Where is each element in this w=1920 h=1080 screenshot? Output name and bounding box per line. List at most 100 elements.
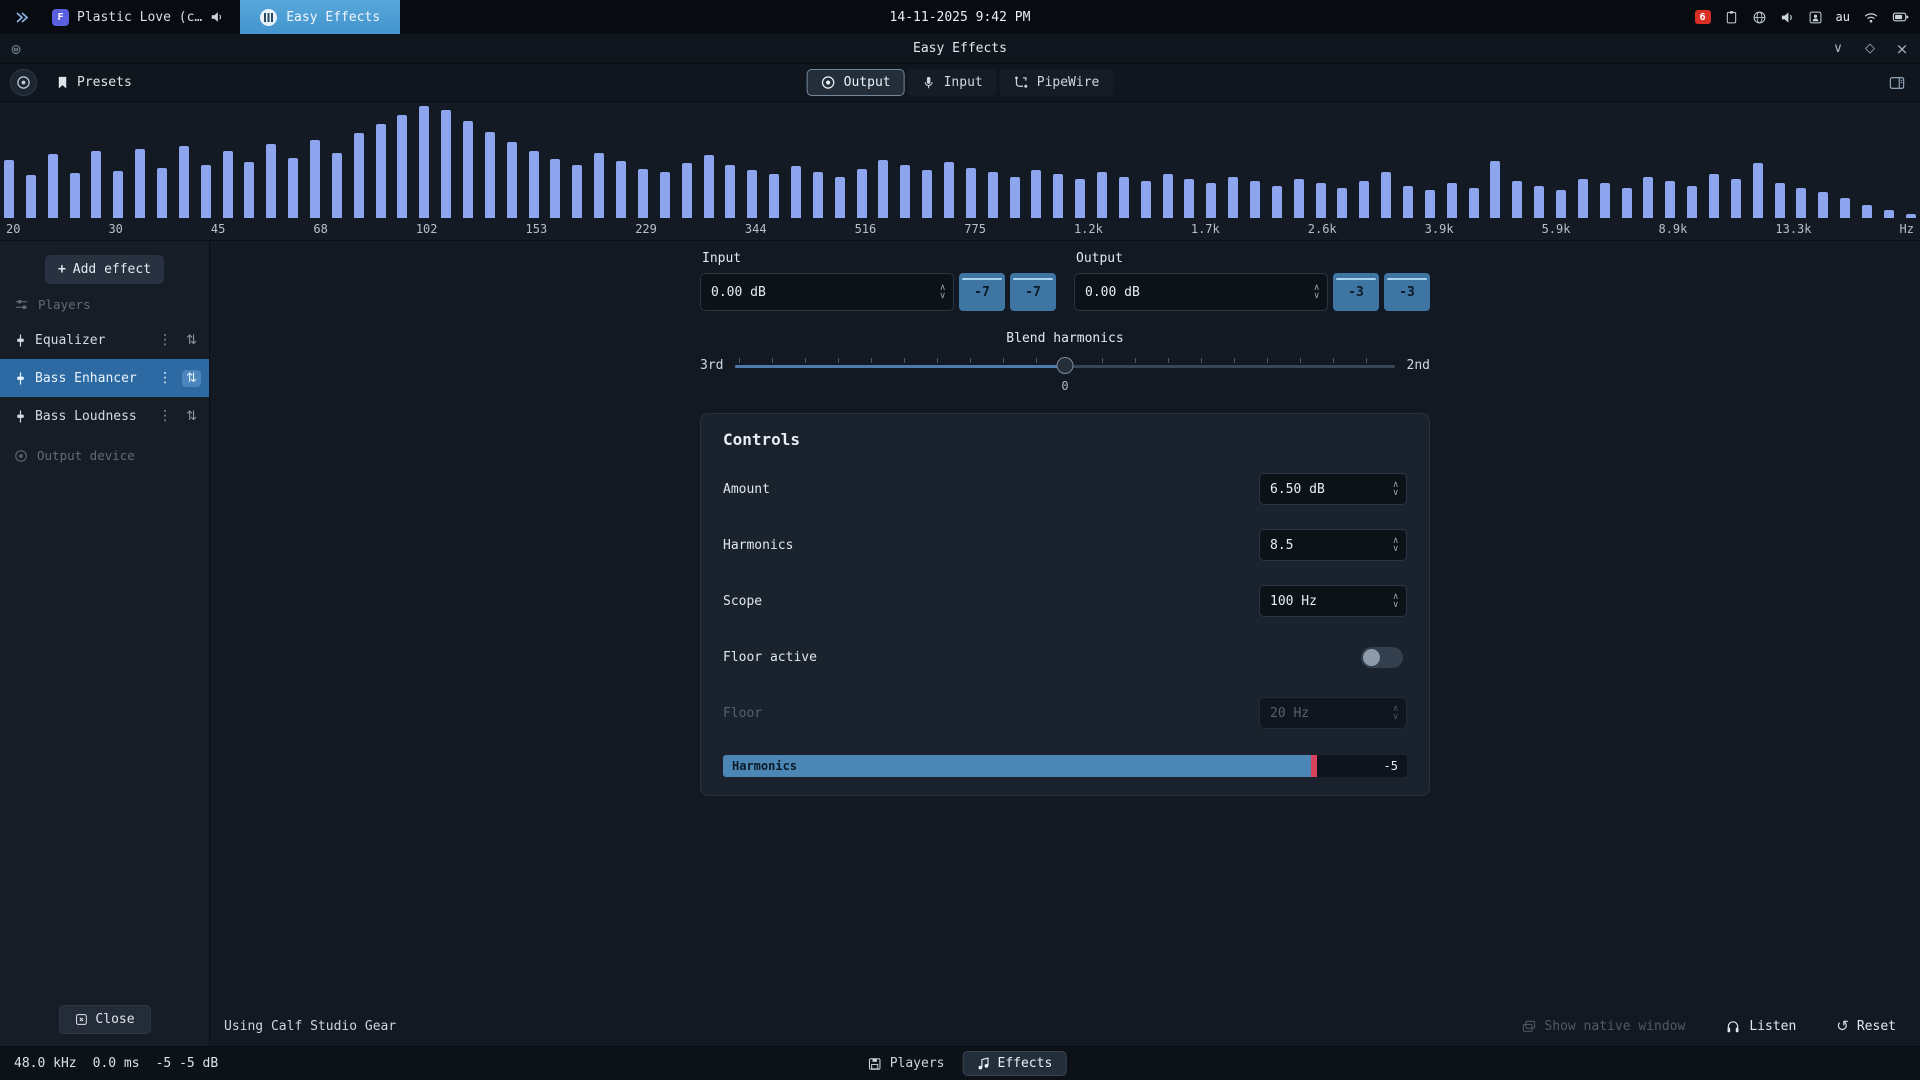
- spin-arrows-icon[interactable]: [1392, 586, 1399, 616]
- spin-arrows-icon[interactable]: [1313, 274, 1320, 310]
- clipboard-icon[interactable]: [1724, 9, 1739, 25]
- easy-effects-icon: [260, 9, 277, 26]
- players-label: Players: [38, 297, 91, 312]
- tab-effects[interactable]: Effects: [963, 1051, 1067, 1076]
- spectrum-bar: [660, 172, 670, 218]
- blend-min-label: 3rd: [700, 358, 723, 373]
- clock[interactable]: 14-11-2025 9:42 PM: [890, 10, 1031, 25]
- spectrum-bar: [594, 153, 604, 218]
- sidebar-toggle-icon[interactable]: [1884, 70, 1910, 96]
- freq-label: 344: [745, 222, 767, 236]
- floor-label: Floor: [723, 706, 762, 721]
- spectrum-bar: [157, 168, 167, 218]
- launcher-icon[interactable]: [8, 0, 36, 34]
- freq-label: 1.7k: [1191, 222, 1220, 236]
- spectrum-bar: [1206, 183, 1216, 218]
- spectrum-bar: [1272, 186, 1282, 218]
- taskbar-easy-effects[interactable]: Easy Effects: [240, 0, 400, 34]
- spectrum-bar: [1709, 174, 1719, 218]
- spectrum-analyzer: 203045681021532293445167751.2k1.7k2.6k3.…: [0, 102, 1920, 240]
- harmonics-spinbutton[interactable]: 8.5: [1259, 529, 1407, 561]
- meter-value: -7: [974, 285, 990, 300]
- plugin-footer-actions: Show native window Listen Reset: [1516, 1016, 1902, 1036]
- freq-label: 775: [964, 222, 986, 236]
- close-app-button[interactable]: Close: [58, 1005, 150, 1034]
- global-level: -5 -5 dB: [156, 1056, 219, 1071]
- tab-players[interactable]: Players: [854, 1051, 959, 1076]
- spectrum-bar: [1862, 205, 1872, 218]
- tab-pipewire[interactable]: PipeWire: [1000, 69, 1114, 96]
- sidebar-item-bass-loudness[interactable]: Bass Loudness: [0, 397, 209, 435]
- listen-button[interactable]: Listen: [1719, 1017, 1802, 1035]
- io-row: Input 0.00 dB -7 -7 Output: [700, 251, 1430, 311]
- players-section-label: Players: [0, 288, 209, 321]
- plus-icon: [58, 262, 66, 277]
- add-effect-button[interactable]: Add effect: [45, 255, 164, 284]
- controls-title: Controls: [723, 430, 1407, 449]
- freq-label: 153: [526, 222, 548, 236]
- spectrum-bars: [2, 106, 1918, 218]
- wifi-icon[interactable]: [1863, 10, 1879, 24]
- menu-dots-icon[interactable]: [154, 408, 176, 424]
- pipewire-tab-label: PipeWire: [1037, 75, 1100, 90]
- freq-label: 13.3k: [1775, 222, 1811, 236]
- menu-dots-icon[interactable]: [154, 332, 176, 348]
- output-gain-spinbutton[interactable]: 0.00 dB: [1074, 273, 1328, 311]
- audio-stats: 48.0 kHz 0.0 ms -5 -5 dB: [14, 1056, 218, 1071]
- taskbar-media-app[interactable]: F Plastic Love (c…: [42, 0, 234, 34]
- spectrum-bar: [1075, 179, 1085, 218]
- drag-handle-icon[interactable]: [182, 408, 201, 425]
- input-label: Input: [702, 251, 1056, 266]
- blend-harmonics-slider[interactable]: [735, 355, 1394, 375]
- harmonics-label: Harmonics: [723, 538, 793, 553]
- presets-button[interactable]: Presets: [47, 70, 141, 95]
- slider-thumb[interactable]: [1057, 357, 1074, 374]
- spectrum-bar: [1447, 183, 1457, 218]
- sidebar-item-bass-enhancer[interactable]: Bass Enhancer: [0, 359, 209, 397]
- spectrum-bar: [704, 155, 714, 218]
- amount-spinbutton[interactable]: 6.50 dB: [1259, 473, 1407, 505]
- spectrum-bar: [725, 165, 735, 218]
- browser-icon[interactable]: [1752, 10, 1767, 25]
- slider-fill: [735, 365, 1065, 368]
- spectrum-bar: [332, 153, 342, 218]
- spectrum-bar: [835, 177, 845, 218]
- spectrum-bar: [900, 165, 910, 218]
- effect-name: Bass Enhancer: [35, 371, 146, 386]
- spectrum-bar: [1687, 186, 1697, 218]
- spectrum-bar: [1556, 190, 1566, 218]
- global-bypass-icon[interactable]: [10, 69, 37, 96]
- minimize-icon[interactable]: [1830, 41, 1846, 56]
- user-agent-icon[interactable]: [1808, 10, 1823, 25]
- tab-input[interactable]: Input: [908, 69, 997, 96]
- maximize-icon[interactable]: [1862, 41, 1878, 56]
- notification-badge[interactable]: 6: [1695, 10, 1711, 24]
- drag-handle-icon[interactable]: [182, 370, 201, 387]
- spin-arrows-icon[interactable]: [1392, 474, 1399, 504]
- reset-button[interactable]: Reset: [1830, 1016, 1902, 1036]
- close-window-icon[interactable]: [1894, 40, 1910, 58]
- spectrum-bar: [507, 142, 517, 218]
- drag-handle-icon[interactable]: [182, 332, 201, 349]
- app-menu-icon[interactable]: [5, 38, 27, 60]
- volume-icon[interactable]: [1780, 10, 1795, 25]
- spin-arrows-icon[interactable]: [939, 274, 946, 310]
- spectrum-bar: [1010, 177, 1020, 218]
- tab-output[interactable]: Output: [807, 69, 905, 96]
- battery-icon[interactable]: [1892, 10, 1910, 24]
- sidebar-item-equalizer[interactable]: Equalizer: [0, 321, 209, 359]
- spin-arrows-icon[interactable]: [1392, 530, 1399, 560]
- controls-card: Controls Amount 6.50 dB Harmon: [700, 413, 1430, 796]
- scope-spinbutton[interactable]: 100 Hz: [1259, 585, 1407, 617]
- freq-label: 1.2k: [1074, 222, 1103, 236]
- keyboard-layout-indicator[interactable]: au: [1836, 10, 1850, 24]
- input-gain-spinbutton[interactable]: 0.00 dB: [700, 273, 954, 311]
- window-titlebar: Easy Effects: [0, 34, 1920, 64]
- spectrum-bar: [266, 144, 276, 218]
- menu-dots-icon[interactable]: [154, 370, 176, 386]
- floor-active-toggle[interactable]: [1361, 647, 1403, 668]
- freq-label: 102: [416, 222, 438, 236]
- spectrum-bar: [4, 160, 14, 218]
- spectrum-bar: [529, 151, 539, 218]
- spectrum-bar: [1184, 179, 1194, 218]
